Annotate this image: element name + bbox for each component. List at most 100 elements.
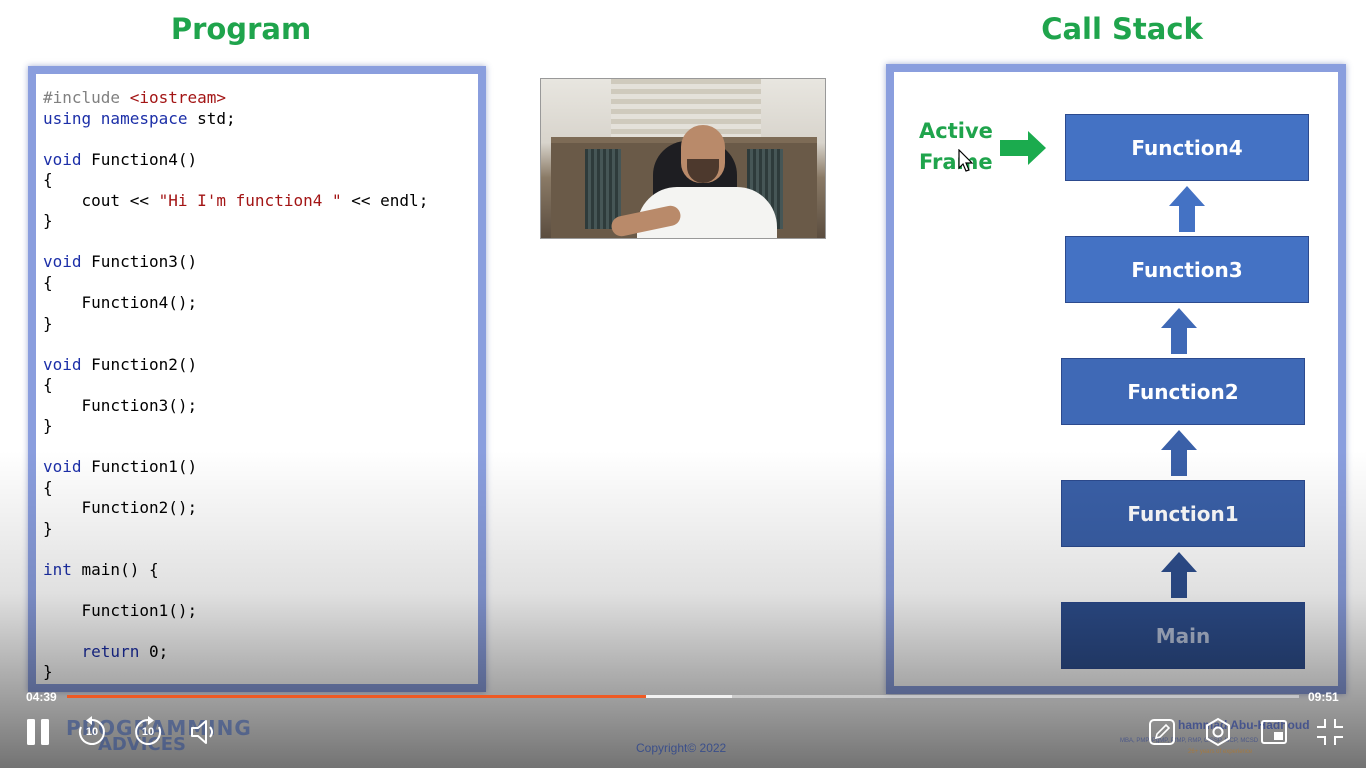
code-token: #include: [43, 88, 130, 107]
code-token: Function4();: [43, 293, 198, 312]
code-token: "Hi I'm function4 ": [158, 190, 342, 210]
code-line: }: [43, 662, 428, 683]
settings-button[interactable]: [1200, 714, 1236, 750]
code-line: Function3();: [43, 396, 428, 417]
up-arrow-icon: [1169, 186, 1205, 232]
program-title: Program: [170, 12, 312, 46]
code-line: Function2();: [43, 498, 428, 519]
code-line: void Function4(): [43, 150, 428, 171]
code-token: Function2(): [91, 354, 198, 374]
code-line: Function4();: [43, 293, 428, 314]
code-token: std;: [197, 108, 236, 128]
code-token: Function1(): [91, 457, 198, 476]
miniplayer-button[interactable]: [1256, 714, 1292, 750]
code-line: {: [43, 273, 428, 294]
code-token: int: [43, 559, 82, 579]
code-line: void Function3(): [43, 252, 428, 273]
rewind-seconds: 10: [85, 726, 99, 738]
active-frame-label-line2: Frame: [919, 150, 993, 174]
code-line: {: [43, 375, 428, 396]
stack-frame-main: Main: [1061, 602, 1305, 669]
code-line: using namespace std;: [43, 109, 428, 130]
call-stack-title: Call Stack: [1041, 12, 1203, 46]
code-token: Function4(): [91, 149, 198, 169]
up-arrow-icon: [1161, 308, 1197, 354]
code-listing: #include <iostream> using namespace std; v…: [43, 88, 428, 683]
code-panel: #include <iostream> using namespace std; v…: [28, 66, 486, 692]
code-token: {: [43, 375, 53, 394]
author-credentials: MBA, PMP, PgMP, PfMP, RMP, CISSP, MCP, M…: [1120, 738, 1259, 744]
copyright-text: Copyright© 2022: [636, 741, 727, 755]
code-token: return: [81, 641, 149, 661]
volume-button[interactable]: [186, 714, 222, 750]
volume-icon: [191, 720, 213, 744]
code-token: }: [43, 416, 53, 435]
code-line: #include <iostream>: [43, 88, 428, 109]
total-time: 09:51: [1308, 690, 1339, 704]
code-line: cout << "Hi I'm function4 " << endl;: [43, 190, 429, 212]
mouse-cursor-icon: [958, 149, 974, 172]
pause-button[interactable]: [20, 714, 56, 750]
code-token: << endl;: [341, 190, 429, 210]
up-arrow-icon: [1161, 430, 1197, 476]
annotate-button[interactable]: [1144, 714, 1180, 750]
edit-icon: [1149, 719, 1175, 745]
code-token: void: [43, 354, 92, 374]
code-token: main() {: [81, 559, 159, 579]
code-token: Function3();: [43, 395, 198, 415]
code-line: {: [43, 170, 428, 191]
active-frame-label: Active Frame: [919, 116, 993, 178]
code-line: }: [43, 314, 428, 335]
code-line: }: [43, 519, 428, 540]
code-token: }: [43, 211, 53, 230]
stack-frame-function3: Function3: [1065, 236, 1309, 303]
stack-frame-function2: Function2: [1061, 358, 1305, 425]
miniplayer-icon: [1261, 720, 1287, 744]
stack-frame-function4: Function4: [1065, 114, 1309, 181]
current-time: 04:39: [26, 690, 57, 704]
code-token: Function2();: [43, 498, 198, 517]
code-token: void: [43, 149, 92, 169]
code-token: void: [43, 457, 92, 476]
code-token: cout <<: [43, 190, 159, 210]
code-line: Function1();: [43, 601, 428, 622]
code-token: Function3(): [91, 252, 198, 271]
progress-bar[interactable]: [67, 695, 1299, 698]
rewind-button[interactable]: 10: [74, 714, 110, 750]
code-line: return 0;: [43, 642, 428, 663]
code-token: }: [43, 662, 53, 681]
forward-button[interactable]: 10: [130, 714, 166, 750]
code-line: }: [43, 211, 428, 232]
presenter-video: [540, 78, 826, 239]
stack-frame-function1: Function1: [1061, 480, 1305, 547]
code-line: }: [43, 416, 428, 437]
up-arrow-icon: [1161, 552, 1197, 598]
code-line: void Function1(): [43, 457, 428, 478]
active-frame-label-line1: Active: [919, 119, 993, 143]
code-token: Function1();: [43, 600, 198, 620]
code-token: namespace: [100, 108, 198, 128]
exit-fullscreen-icon: [1317, 719, 1343, 745]
right-arrow-icon: [1000, 131, 1046, 165]
code-line: {: [43, 478, 428, 499]
code-token: 0;: [148, 641, 169, 661]
forward-seconds: 10: [141, 726, 155, 738]
code-token: }: [43, 518, 53, 538]
exit-fullscreen-button[interactable]: [1312, 714, 1348, 750]
code-token: {: [43, 272, 53, 292]
code-token: {: [43, 477, 53, 497]
code-line: void Function2(): [43, 355, 428, 376]
code-token: <iostream>: [129, 88, 227, 107]
progress-fill: [67, 695, 647, 698]
code-line: int main() {: [43, 560, 428, 581]
code-token: }: [43, 313, 53, 333]
pause-icon: [27, 719, 49, 745]
